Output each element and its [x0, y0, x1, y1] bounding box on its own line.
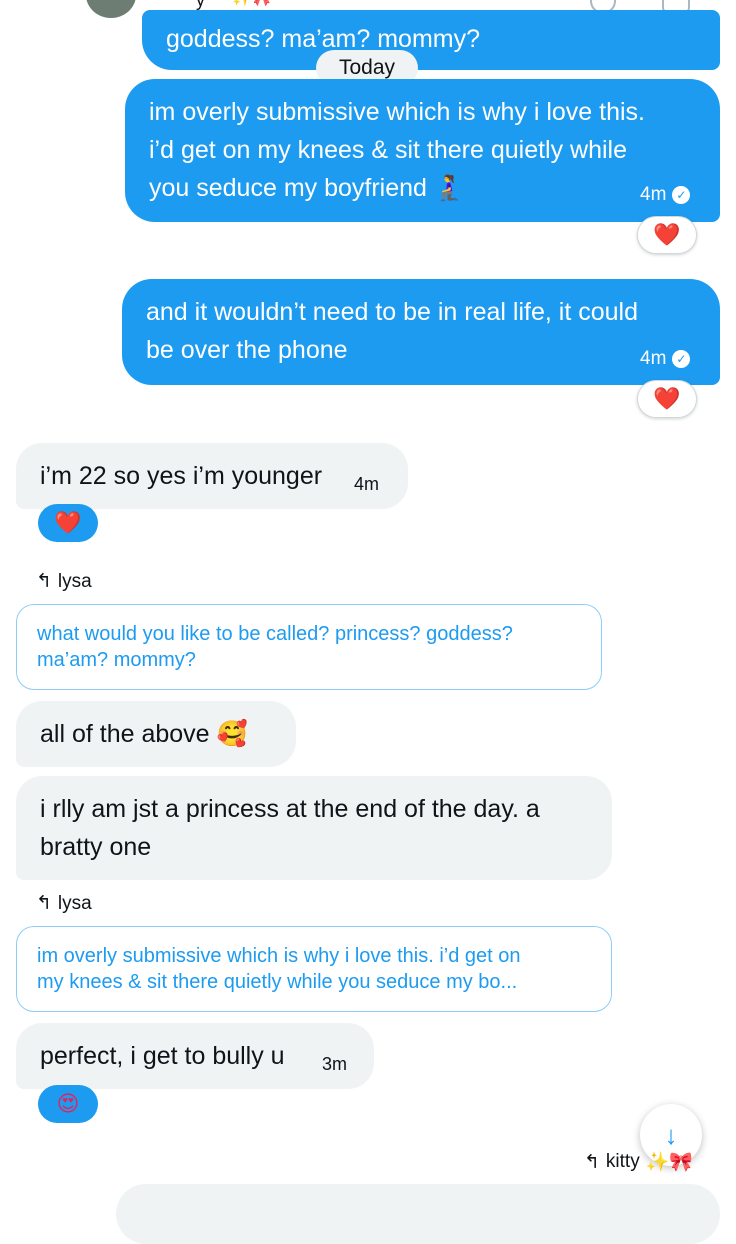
reply-to-name: lysa — [57, 892, 92, 914]
message-text: i’m 22 so yes i’m younger — [40, 462, 323, 490]
message-time: 4m — [640, 184, 667, 205]
heart-reaction[interactable]: ❤️ — [38, 504, 98, 542]
avatar[interactable] — [86, 0, 136, 18]
read-check-icon: ✓ — [672, 186, 691, 204]
quote-line: what would you like to be called? prince… — [37, 623, 513, 645]
message-line: i’d get on my knees & sit there quietly … — [149, 136, 628, 164]
message-time: 3m — [322, 1054, 348, 1074]
heart-eyes-reaction[interactable]: 😍 — [38, 1085, 98, 1123]
message-line: im overly submissive which is why i love… — [149, 98, 645, 126]
quote-line: im overly submissive which is why i love… — [37, 945, 521, 967]
read-check-icon: ✓ — [672, 350, 691, 368]
reply-icon: ↰ — [36, 893, 52, 914]
reply-badge: ✨🎀 — [645, 1152, 694, 1173]
message-time: 4m — [640, 348, 667, 369]
header-badge: ✨🎀 — [232, 0, 272, 8]
incoming-message[interactable]: perfect, i get to bully u — [16, 1023, 374, 1089]
message-meta: 4m ✓ — [640, 348, 691, 370]
message-line: you seduce my boyfriend 🧎‍♀️ — [149, 174, 466, 202]
message-time: 4m — [354, 474, 380, 494]
heart-reaction[interactable]: ❤️ — [637, 216, 697, 254]
quoted-message[interactable] — [116, 1184, 720, 1244]
reply-icon: ↰ — [584, 1151, 600, 1173]
reply-indicator: ↰ lysa — [36, 892, 92, 915]
reply-indicator: ↰ kitty ✨🎀 — [584, 1150, 693, 1174]
message-text: all of the above 🥰 — [40, 720, 248, 748]
reply-indicator: ↰ lysa — [36, 570, 92, 593]
message-text: perfect, i get to bully u — [40, 1042, 285, 1070]
heart-reaction[interactable]: ❤️ — [637, 380, 697, 418]
reply-icon: ↰ — [36, 571, 52, 592]
incoming-message[interactable]: all of the above 🥰 — [16, 701, 296, 767]
message-line: bratty one — [40, 833, 152, 861]
message-meta: 4m ✓ — [640, 184, 691, 206]
quote-line: ma’am? mommy? — [37, 649, 196, 671]
reply-to-name: kitty — [605, 1151, 640, 1172]
quoted-message[interactable]: what would you like to be called? prince… — [16, 604, 602, 690]
outgoing-message[interactable]: and it wouldn’t need to be in real life,… — [122, 279, 720, 385]
message-line: and it wouldn’t need to be in real life,… — [146, 298, 638, 326]
incoming-message[interactable]: i rlly am jst a princess at the end of t… — [16, 776, 612, 880]
arrow-down-icon: ↓ — [664, 1119, 678, 1150]
quote-line: my knees & sit there quietly while you s… — [37, 971, 518, 993]
outgoing-message[interactable]: goddess? ma’am? mommy? — [142, 10, 720, 70]
outgoing-message[interactable]: im overly submissive which is why i love… — [125, 79, 720, 222]
reply-to-name: lysa — [57, 570, 92, 592]
quoted-message[interactable]: im overly submissive which is why i love… — [16, 926, 612, 1012]
message-line: i rlly am jst a princess at the end of t… — [40, 795, 540, 823]
message-text: goddess? ma’am? mommy? — [166, 25, 481, 53]
incoming-message[interactable]: i’m 22 so yes i’m younger — [16, 443, 408, 509]
message-line: be over the phone — [146, 336, 348, 364]
